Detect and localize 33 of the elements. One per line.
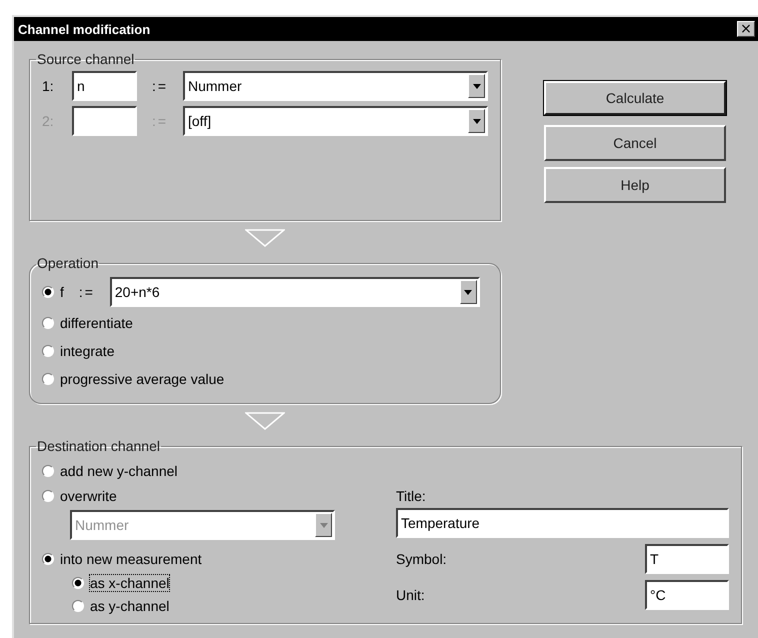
text-field[interactable]: T [645,544,729,574]
radio-button[interactable]: progressive average value [42,371,224,387]
assign-label: := [150,113,170,129]
field-label: Symbol: [396,551,447,567]
group-title: Source channel [36,51,136,67]
radio-button[interactable]: differentiate [42,315,133,331]
radio-button[interactable]: add new y-channel [42,462,178,478]
field-label: Unit: [396,587,425,603]
close-button[interactable]: × [737,21,755,37]
radio-button[interactable]: f [42,284,64,300]
radio-button[interactable]: as x-channel [72,574,170,590]
dialog-button[interactable]: Help [544,167,726,203]
field-label: Title: [396,488,427,504]
group-title: Destination channel [36,438,161,454]
name-field[interactable] [72,106,137,136]
group-title: Operation [36,255,100,271]
text-field[interactable]: °C [645,580,729,610]
radio-button[interactable]: integrate [42,343,114,359]
assign-label: := [150,78,170,94]
radio-button[interactable]: overwrite [42,488,117,504]
dialog-button[interactable]: Cancel [544,125,726,161]
channel-dropdown[interactable]: Nummer [183,71,488,101]
radio-button[interactable]: as y-channel [72,598,170,614]
window-title: Channel modification [18,22,150,36]
triangle-icon [245,229,285,247]
name-field[interactable]: n [72,71,137,101]
channel-label: 1: [42,78,55,94]
assign-label: := [78,284,96,300]
dialog-button[interactable]: Calculate [544,81,726,115]
radio-button[interactable]: into new measurement [42,550,202,566]
title-field[interactable]: Temperature [396,508,729,538]
triangle-icon [245,412,285,430]
formula-dropdown[interactable]: 20+n*6 [110,277,480,307]
